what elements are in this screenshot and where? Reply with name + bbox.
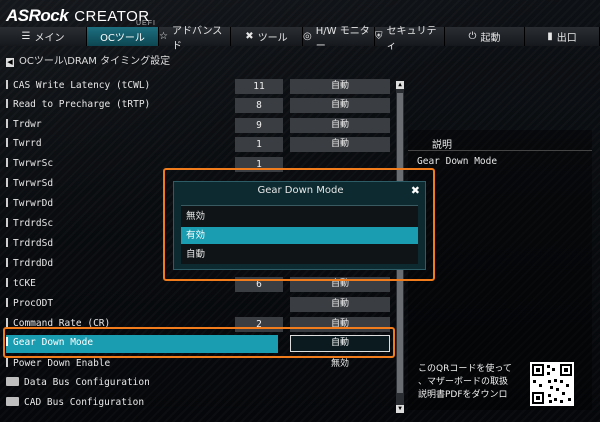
tools-icon: ✖ xyxy=(245,31,254,42)
brand-name: ASRock xyxy=(6,6,69,25)
breadcrumb-text: OCツール\DRAM タイミング設定 xyxy=(19,56,171,67)
folder-data-bus-configuration[interactable]: Data Bus Configuration xyxy=(6,376,398,393)
option-auto[interactable]: 自動 xyxy=(181,246,418,263)
qr-caption-line: このQRコードを使って xyxy=(418,364,512,374)
setting-current-value: 11 xyxy=(235,79,283,94)
scroll-down-icon[interactable]: ▼ xyxy=(396,405,404,413)
setting-option-button[interactable]: 無効 xyxy=(290,357,390,372)
tab-hw-monitor[interactable]: ◎ H/W モニター xyxy=(303,26,375,52)
menu-icon: ☰ xyxy=(21,31,31,42)
setting-label: TwrwrDd xyxy=(6,198,53,209)
description-divider xyxy=(408,150,592,151)
star-icon: ☆ xyxy=(159,31,168,42)
setting-label: Read to Precharge (tRTP) xyxy=(6,99,150,110)
scroll-up-icon[interactable]: ▲ xyxy=(396,81,404,89)
setting-row-power-down-enable[interactable]: Power Down Enable 無効 xyxy=(6,357,398,374)
tab-security[interactable]: ⛨ セキュリティ xyxy=(375,26,445,52)
back-arrow-icon[interactable]: ◀ xyxy=(6,58,14,67)
brand-logo: ASRock CREATOR UEFI xyxy=(6,6,155,27)
tab-main[interactable]: ☰ メイン xyxy=(0,27,87,46)
option-enabled[interactable]: 有効 xyxy=(181,227,418,244)
close-icon[interactable]: ✖ xyxy=(411,184,420,197)
tab-label: H/W モニター xyxy=(315,25,370,52)
setting-current-value: 8 xyxy=(235,98,283,113)
setting-row-trtp[interactable]: Read to Precharge (tRTP) 8 自動 xyxy=(6,98,398,115)
tab-label: ツール xyxy=(257,33,288,44)
setting-label: TwrwrSd xyxy=(6,178,53,189)
setting-option-button[interactable]: 自動 xyxy=(290,297,390,312)
tab-label: セキュリティ xyxy=(386,25,437,52)
qr-caption-line: 説明書PDFをダウンロ xyxy=(418,390,508,400)
dialog-title: Gear Down Mode xyxy=(257,185,344,196)
setting-label: Power Down Enable xyxy=(6,358,110,369)
folder-cad-bus-configuration[interactable]: CAD Bus Configuration xyxy=(6,396,398,413)
tab-label: メイン xyxy=(34,33,65,44)
setting-label: TwrwrSc xyxy=(6,158,53,169)
tab-advanced[interactable]: ☆ アドバンスド xyxy=(159,26,231,52)
qr-code xyxy=(530,362,574,406)
setting-row-trdwr[interactable]: Trdwr 9 自動 xyxy=(6,118,398,135)
tab-label: OCツール xyxy=(100,33,145,44)
tab-label: 起動 xyxy=(480,33,501,44)
description-body: Gear Down Mode xyxy=(417,156,498,167)
setting-row-twrrd[interactable]: Twrrd 1 自動 xyxy=(6,137,398,154)
breadcrumb: ◀ OCツール\DRAM タイミング設定 xyxy=(6,52,170,67)
option-disabled[interactable]: 無効 xyxy=(181,208,418,225)
setting-row-procodt[interactable]: ProcODT 自動 xyxy=(6,297,398,314)
setting-label: Twrrd xyxy=(6,138,42,149)
setting-option-button[interactable]: 自動 xyxy=(290,137,390,152)
power-icon: ⏻ xyxy=(468,31,477,42)
brand-tag: UEFI xyxy=(136,20,156,27)
setting-label: tCKE xyxy=(6,278,36,289)
setting-current-value: 9 xyxy=(235,118,283,133)
setting-option-button[interactable]: 自動 xyxy=(290,98,390,113)
qr-caption-line: 、マザーボードの取扱 xyxy=(418,377,509,387)
qr-caption: このQRコードを使って 、マザーボードの取扱 説明書PDFをダウンロ xyxy=(418,363,512,402)
setting-label: TrdrdDd xyxy=(6,258,53,269)
tab-boot[interactable]: ⏻ 起動 xyxy=(445,27,525,46)
monitor-icon: ◎ xyxy=(303,31,312,42)
tab-tools[interactable]: ✖ ツール xyxy=(231,27,303,46)
folder-label: Data Bus Configuration xyxy=(6,377,150,388)
setting-label: Trdwr xyxy=(6,119,42,130)
main-nav: ☰ メイン OCツール ☆ アドバンスド ✖ ツール ◎ H/W モニター ⛨ セキュリテ… xyxy=(0,26,600,52)
setting-row-tcwl[interactable]: CAS Write Latency (tCWL) 11 自動 xyxy=(6,79,398,96)
shield-icon: ⛨ xyxy=(375,31,383,42)
setting-option-button[interactable]: 自動 xyxy=(290,79,390,94)
selected-row-frame xyxy=(3,327,395,358)
setting-label: TrdrdSc xyxy=(6,218,53,229)
gear-down-mode-dialog: Gear Down Mode ✖ 無効 有効 自動 xyxy=(173,181,426,270)
setting-label: ProcODT xyxy=(6,298,53,309)
folder-label: CAD Bus Configuration xyxy=(6,397,144,408)
setting-option-button[interactable]: 自動 xyxy=(290,118,390,133)
option-list: 無効 有効 自動 xyxy=(181,205,418,264)
setting-label: CAS Write Latency (tCWL) xyxy=(6,80,150,91)
tab-exit[interactable]: ▮ 出口 xyxy=(525,27,600,46)
description-header: 説明 xyxy=(432,140,452,151)
setting-current-value: 1 xyxy=(235,137,283,152)
tab-label: アドバンスド xyxy=(171,25,223,52)
tab-oc-tweaker[interactable]: OCツール xyxy=(87,27,159,46)
exit-icon: ▮ xyxy=(547,31,553,42)
setting-label: TrdrdSd xyxy=(6,238,53,249)
tab-label: 出口 xyxy=(556,33,577,44)
